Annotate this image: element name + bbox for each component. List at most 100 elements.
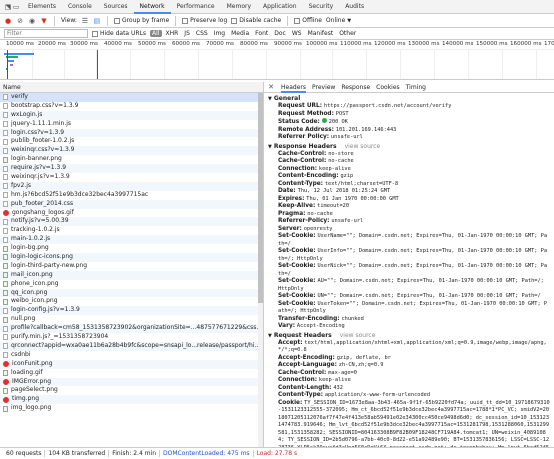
detail-tab-cookies[interactable]: Cookies bbox=[376, 82, 400, 93]
filter-type-js[interactable]: JS bbox=[182, 30, 192, 37]
header-value: AU=""; Domain=.csdn.net; Expires=Thu, 01… bbox=[278, 278, 544, 292]
scrollbar-thumb[interactable] bbox=[258, 93, 263, 303]
hide-data-urls-checkbox[interactable]: Hide data URLs bbox=[92, 30, 146, 37]
close-icon[interactable]: ✕ bbox=[267, 83, 275, 91]
request-row[interactable]: phone_icon.png bbox=[0, 280, 263, 289]
tab-console[interactable]: Console bbox=[62, 0, 98, 14]
header-key: Content-Encoding: bbox=[278, 173, 339, 179]
request-row[interactable]: gongshang_logos.gif bbox=[0, 209, 263, 218]
request-row[interactable]: qrconnect?appid=wxa0ae11b6a28b4b9fc&scop… bbox=[0, 341, 263, 351]
filter-type-font[interactable]: Font bbox=[253, 30, 270, 37]
header-key: Cache-Control: bbox=[278, 158, 327, 164]
request-row[interactable]: jquery-1.11.1.min.js bbox=[0, 120, 263, 129]
request-row[interactable]: hm.js?6bcd52f51e9b3dce32bec4a3997715ac bbox=[0, 191, 263, 200]
request-row[interactable]: null.png bbox=[0, 315, 263, 324]
request-row[interactable]: require.js?v=1.3.9 bbox=[0, 164, 263, 174]
request-row[interactable]: login.css?v=1.3.9 bbox=[0, 128, 263, 138]
document-file-icon bbox=[3, 165, 8, 172]
request-row[interactable]: login-third-party-new.png bbox=[0, 262, 263, 271]
request-row[interactable]: pageSelect.png bbox=[0, 386, 263, 395]
tab-security[interactable]: Security bbox=[303, 0, 340, 14]
throttle-value: Online bbox=[325, 17, 346, 24]
view-source-link[interactable]: view source bbox=[345, 143, 381, 150]
filter-icon[interactable]: ▼ bbox=[40, 17, 48, 25]
request-row[interactable]: main-1.0.2.js bbox=[0, 235, 263, 245]
filter-type-doc[interactable]: Doc bbox=[272, 30, 288, 37]
name-column-header[interactable]: Name bbox=[0, 82, 264, 93]
request-row[interactable]: purify.min.js?_=1531358723904 bbox=[0, 333, 263, 342]
request-row[interactable]: login-config.js?v=1.3.9 bbox=[0, 306, 263, 316]
section-header[interactable]: ▼ Response Headers view source bbox=[268, 142, 550, 151]
disable-cache-checkbox[interactable]: Disable cache bbox=[231, 17, 281, 24]
request-row[interactable]: fpv2.js bbox=[0, 181, 263, 191]
tab-memory[interactable]: Memory bbox=[221, 0, 257, 14]
filter-type-all[interactable]: All bbox=[150, 30, 162, 37]
inspect-element-icon[interactable]: ⬔ bbox=[4, 3, 12, 11]
timeline-overview[interactable] bbox=[0, 50, 554, 80]
request-row[interactable]: pub_footer_2014.css bbox=[0, 199, 263, 209]
filter-type-ws[interactable]: WS bbox=[290, 30, 304, 37]
request-row[interactable]: weixinqr.css?v=1.3.9 bbox=[0, 146, 263, 156]
request-row[interactable]: profile?callback=cm58_1531358723902&orga… bbox=[0, 324, 263, 334]
timeline-tick-label: 70000 ms bbox=[206, 41, 234, 47]
record-icon[interactable]: ● bbox=[4, 17, 12, 25]
offline-checkbox[interactable]: Offline bbox=[294, 17, 322, 24]
camera-icon[interactable]: ◉ bbox=[28, 17, 36, 25]
request-row[interactable]: loading.gif bbox=[0, 369, 263, 378]
image-file-icon bbox=[3, 370, 8, 377]
request-row[interactable]: mail_icon.png bbox=[0, 270, 263, 280]
detail-tab-preview[interactable]: Preview bbox=[312, 82, 335, 93]
tab-elements[interactable]: Elements bbox=[22, 0, 62, 14]
filter-type-other[interactable]: Other bbox=[337, 30, 358, 37]
request-row[interactable]: img_logo.png bbox=[0, 404, 263, 413]
section-title: Request Headers bbox=[273, 331, 332, 339]
filter-type-manifest[interactable]: Manifest bbox=[306, 30, 336, 37]
request-row[interactable]: csdnbi bbox=[0, 351, 263, 360]
request-row[interactable]: iconFunit.png bbox=[0, 359, 263, 369]
filter-type-xhr[interactable]: XHR bbox=[164, 30, 181, 37]
request-name: qrconnect?appid=wxa0ae11b6a28b4b9fc&scop… bbox=[11, 341, 263, 349]
request-row[interactable]: publib_footer-1.0.2.js bbox=[0, 137, 263, 146]
header-row: Transfer-Encoding: chunked bbox=[268, 316, 550, 324]
separator bbox=[287, 15, 289, 26]
throttle-select[interactable]: Online ▼ bbox=[326, 17, 351, 24]
detail-tab-timing[interactable]: Timing bbox=[406, 82, 426, 93]
section-header[interactable]: ▼ Request Headers view source bbox=[268, 331, 550, 340]
header-value: no-cache bbox=[307, 210, 333, 217]
tab-application[interactable]: Application bbox=[257, 0, 303, 14]
request-row[interactable]: weibo_icon.png bbox=[0, 297, 263, 306]
detail-tab-headers[interactable]: Headers bbox=[281, 82, 306, 93]
request-row[interactable]: wxLogin.js bbox=[0, 110, 263, 120]
request-row[interactable]: login-bg.png bbox=[0, 244, 263, 253]
request-row[interactable]: notify.js?v=5.00.39 bbox=[0, 217, 263, 227]
tab-audits[interactable]: Audits bbox=[339, 0, 370, 14]
tab-sources[interactable]: Sources bbox=[98, 0, 134, 14]
request-row[interactable]: IMGError.png bbox=[0, 377, 263, 387]
detail-tab-response[interactable]: Response bbox=[341, 82, 370, 93]
filter-type-css[interactable]: CSS bbox=[194, 30, 210, 37]
tab-performance[interactable]: Performance bbox=[171, 0, 221, 14]
request-row[interactable]: weixinqr.js?v=1.3.9 bbox=[0, 173, 263, 182]
document-file-icon bbox=[3, 218, 8, 225]
overview-icon[interactable]: ▤ bbox=[93, 17, 101, 25]
preserve-log-checkbox[interactable]: Preserve log bbox=[182, 17, 227, 24]
request-row[interactable]: bootstrap.css?v=1.3.9 bbox=[0, 102, 263, 111]
filter-type-img[interactable]: Img bbox=[212, 30, 227, 37]
large-rows-icon[interactable]: ☰ bbox=[81, 17, 89, 25]
request-row[interactable]: verify bbox=[0, 93, 263, 102]
clear-icon[interactable]: ⊘ bbox=[16, 17, 24, 25]
request-row[interactable]: timg.png bbox=[0, 395, 263, 405]
view-source-link[interactable]: view source bbox=[340, 332, 376, 339]
request-list-scrollbar[interactable] bbox=[258, 93, 263, 447]
request-row[interactable]: qq_icon.png bbox=[0, 288, 263, 298]
filter-type-media[interactable]: Media bbox=[229, 30, 251, 37]
device-toggle-icon[interactable]: ▭ bbox=[12, 3, 20, 11]
request-list: verify bootstrap.css?v=1.3.9 wxLogin.js jqu… bbox=[0, 93, 264, 447]
request-row[interactable]: tracking-1.0.2.js bbox=[0, 226, 263, 235]
filter-input[interactable] bbox=[4, 29, 88, 38]
tab-network[interactable]: Network bbox=[133, 0, 171, 14]
request-row[interactable]: login-banner.png bbox=[0, 155, 263, 164]
section-header[interactable]: ▼ General bbox=[268, 94, 550, 103]
request-row[interactable]: login-logic-icons.png bbox=[0, 253, 263, 262]
group-by-frame-checkbox[interactable]: Group by frame bbox=[113, 17, 169, 24]
